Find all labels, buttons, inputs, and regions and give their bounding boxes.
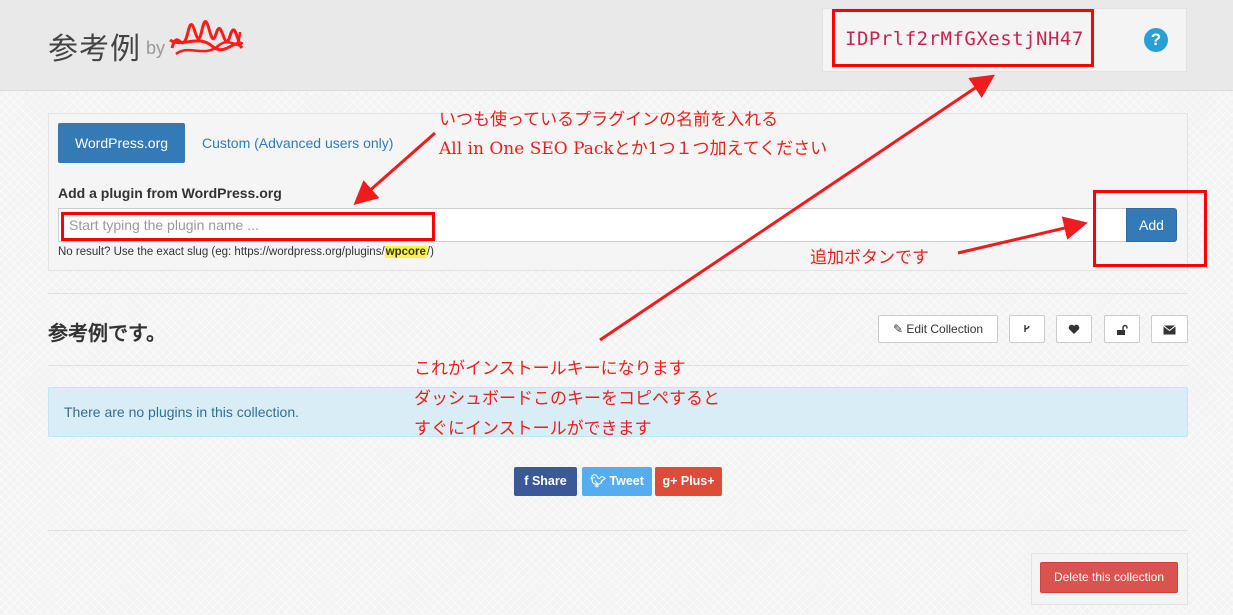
divider [48,530,1188,531]
google-plus-share-button[interactable]: g+ Plus+ [655,467,722,496]
unlock-icon [1117,324,1128,335]
empty-collection-message: There are no plugins in this collection. [64,404,300,420]
annotation-plugin-line2: All in One SEO Packとか1つ１つ加えてください [439,139,828,159]
redacted-author-scribble [169,20,244,56]
share-email-button[interactable] [1151,315,1188,343]
edit-collection-button[interactable]: ✎ Edit Collection [878,315,998,343]
envelope-icon [1163,325,1176,335]
page-title: 参考例 [48,33,141,66]
slug-hint: No result? Use the exact slug (eg: https… [58,246,434,258]
annotation-arrows [353,74,1088,342]
facebook-icon: f [524,474,529,488]
slug-example: wpcore [384,246,427,258]
heart-icon [1068,325,1080,335]
delete-collection-button[interactable]: Delete this collection [1040,562,1178,593]
annotation-key-highlight [832,9,1094,67]
divider [48,293,1188,294]
annotation-key-line3: すぐにインストールができます [414,419,652,439]
annotation-key-line2: ダッシュボードこのキーをコピペすると [414,389,720,409]
favorite-button[interactable] [1056,315,1092,343]
google-plus-icon: g+ [662,474,678,488]
annotation-plugin-line1: いつも使っているプラグインの名前を入れる [439,110,779,130]
annotation-add-highlight [1093,190,1207,267]
visibility-toggle-button[interactable] [1104,315,1140,343]
tab-custom[interactable]: Custom (Advanced users only) [202,135,393,151]
annotation-key-line1: これがインストールキーになります [414,359,686,379]
fork-icon [1024,324,1030,332]
add-plugin-heading: Add a plugin from WordPress.org [58,185,282,201]
help-icon[interactable]: ? [1144,28,1168,52]
twitter-icon: 🐦︎ [590,474,606,488]
collection-title: 参考例です。 [48,323,166,345]
author-by-label: by [146,38,166,58]
pencil-icon: ✎ [892,322,903,336]
annotation-add-note: 追加ボタンです [810,248,929,268]
fork-button[interactable] [1009,315,1045,343]
annotation-input-highlight [61,212,435,241]
facebook-share-button[interactable]: f Share [514,467,577,496]
tab-wordpress-org[interactable]: WordPress.org [58,123,185,163]
twitter-share-button[interactable]: 🐦︎ Tweet [582,467,652,496]
